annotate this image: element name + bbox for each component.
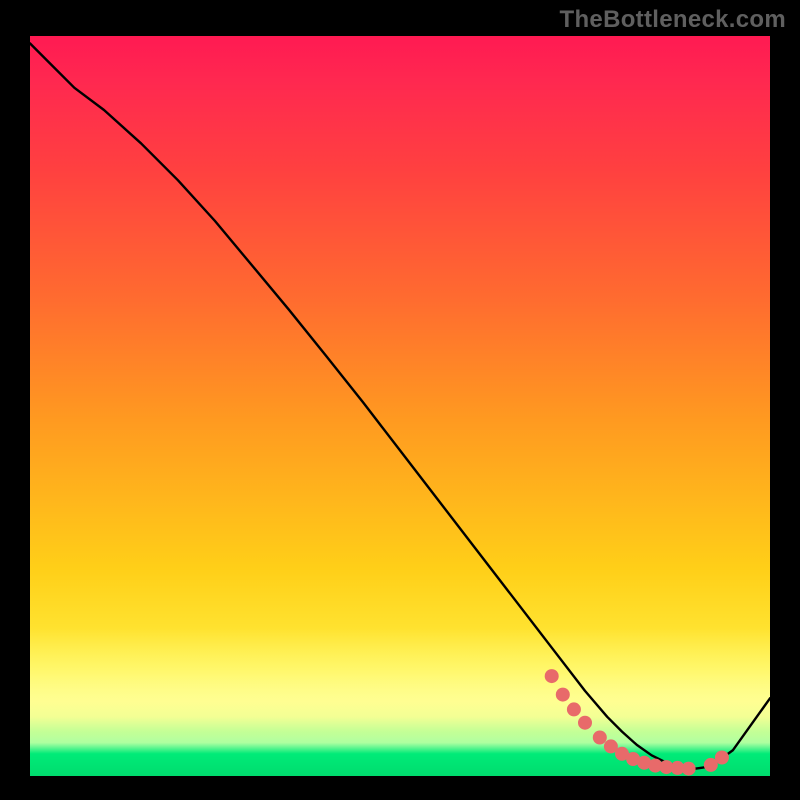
sample-dot	[715, 751, 729, 765]
sample-dot	[682, 762, 696, 776]
chart-stage: TheBottleneck.com	[0, 0, 800, 800]
curve-overlay	[30, 36, 770, 776]
watermark-label: TheBottleneck.com	[560, 6, 786, 34]
sample-dot	[545, 669, 559, 683]
sample-dots-group	[545, 669, 729, 776]
sample-dot	[593, 731, 607, 745]
bottleneck-curve	[30, 43, 770, 768]
sample-dot	[578, 716, 592, 730]
sample-dot	[567, 702, 581, 716]
plot-panel	[30, 36, 770, 776]
sample-dot	[556, 688, 570, 702]
